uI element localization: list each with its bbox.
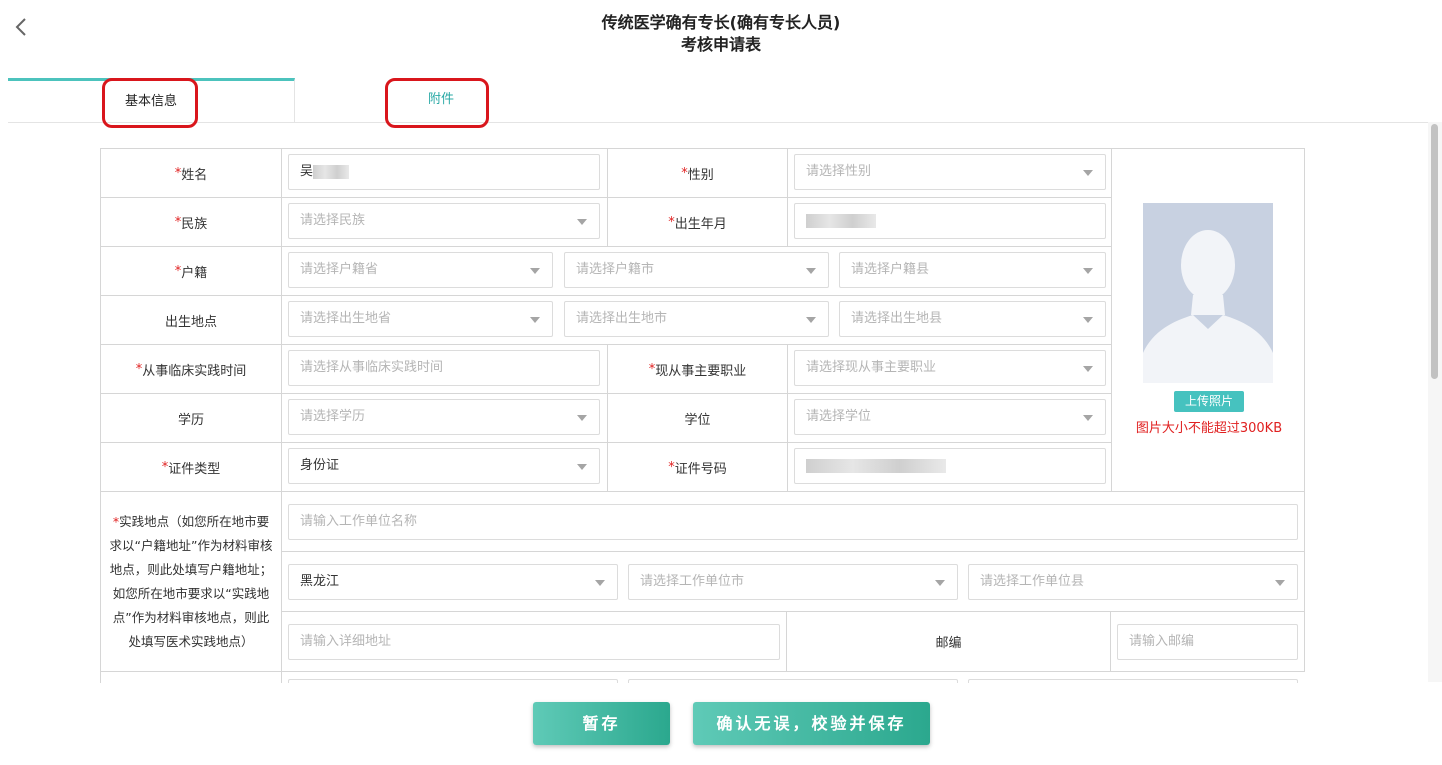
redacted-name	[313, 164, 350, 179]
postcode-label: 邮编	[787, 612, 1111, 672]
person-silhouette-icon	[1143, 203, 1273, 383]
education-label: 学历	[101, 394, 282, 443]
upload-photo-button[interactable]: 上传照片	[1174, 391, 1244, 412]
birthplace-label: 出生地点	[101, 296, 282, 345]
chevron-down-icon	[1083, 268, 1093, 274]
name-input[interactable]: 吴	[288, 154, 600, 190]
chevron-down-icon	[806, 317, 816, 323]
occupation-label: * 现从事主要职业	[608, 345, 788, 394]
page-title-line2: 考核申请表	[680, 35, 761, 54]
tab-bar: 基本信息 附件	[8, 78, 1430, 123]
practice-time-label: * 从事临床实践时间	[101, 345, 282, 394]
avatar-placeholder	[1143, 203, 1273, 383]
birthplace-county-select[interactable]: 请选择出生地县	[839, 301, 1106, 337]
chevron-down-icon	[806, 268, 816, 274]
detailed-address-input[interactable]: 请输入详细地址	[288, 624, 780, 660]
redacted-birth-date	[806, 213, 876, 228]
ethnicity-label: * 民族	[101, 198, 282, 247]
birth-date-label: * 出生年月	[608, 198, 788, 247]
work-unit-name-input[interactable]: 请输入工作单位名称	[288, 504, 1298, 540]
gender-label: * 性别	[608, 149, 788, 198]
practice-location-label: *实践地点（如您所在地市要求以“户籍地址”作为材料审核地点，则此处填写户籍地址；…	[101, 492, 282, 672]
work-unit-province-select[interactable]: 黑龙江	[288, 564, 618, 600]
confirm-save-button[interactable]: 确认无误，校验并保存	[693, 702, 930, 745]
redacted-id-number	[806, 458, 946, 473]
page-title-line1: 传统医学确有专长(确有专长人员)	[601, 13, 841, 32]
work-unit-city-select[interactable]: 请选择工作单位市	[628, 564, 958, 600]
chevron-down-icon	[577, 464, 587, 470]
chevron-down-icon	[1275, 580, 1285, 586]
household-province-select[interactable]: 请选择户籍省	[288, 252, 553, 288]
degree-select[interactable]: 请选择学位	[794, 399, 1106, 435]
ethnicity-select[interactable]: 请选择民族	[288, 203, 600, 239]
household-label: * 户籍	[101, 247, 282, 296]
household-county-select[interactable]: 请选择户籍县	[839, 252, 1106, 288]
birth-date-input[interactable]	[794, 203, 1106, 239]
id-number-input[interactable]	[794, 448, 1106, 484]
chevron-down-icon	[1083, 317, 1093, 323]
save-draft-button[interactable]: 暂存	[533, 702, 670, 745]
id-number-label: * 证件号码	[608, 443, 788, 492]
gender-select[interactable]: 请选择性别	[794, 154, 1106, 190]
work-unit-county-select[interactable]: 请选择工作单位县	[968, 564, 1298, 600]
chevron-down-icon	[530, 268, 540, 274]
chevron-down-icon	[595, 580, 605, 586]
postcode-input[interactable]: 请输入邮编	[1117, 624, 1298, 660]
application-form: * 姓名 吴 * 性别 请选择性别 * 民族 请选择民族 * 出生年月 * 户籍 请选择户…	[100, 148, 1305, 683]
birthplace-city-select[interactable]: 请选择出生地市	[564, 301, 829, 337]
chevron-down-icon	[1083, 170, 1093, 176]
next-row-field-3[interactable]	[968, 679, 1298, 683]
practice-time-input[interactable]: 请选择从事临床实践时间	[288, 350, 600, 386]
chevron-down-icon	[1083, 366, 1093, 372]
education-select[interactable]: 请选择学历	[288, 399, 600, 435]
chevron-down-icon	[1083, 415, 1093, 421]
chevron-down-icon	[935, 580, 945, 586]
occupation-select[interactable]: 请选择现从事主要职业	[794, 350, 1106, 386]
degree-label: 学位	[608, 394, 788, 443]
next-row-field-2[interactable]	[628, 679, 958, 683]
id-type-label: * 证件类型	[101, 443, 282, 492]
household-city-select[interactable]: 请选择户籍市	[564, 252, 829, 288]
page-title: 传统医学确有专长(确有专长人员) 考核申请表	[0, 12, 1442, 56]
chevron-down-icon	[530, 317, 540, 323]
next-row-field-1[interactable]	[288, 679, 618, 683]
chevron-down-icon	[577, 415, 587, 421]
tab-attachments[interactable]: 附件	[298, 78, 584, 122]
scrollbar-thumb[interactable]	[1431, 124, 1438, 379]
photo-size-note: 图片大小不能超过300KB	[1135, 421, 1283, 436]
birthplace-province-select[interactable]: 请选择出生地省	[288, 301, 553, 337]
id-type-select[interactable]: 身份证	[288, 448, 600, 484]
tab-basic-info[interactable]: 基本信息	[8, 78, 295, 122]
chevron-down-icon	[577, 219, 587, 225]
name-label: * 姓名	[101, 149, 282, 198]
